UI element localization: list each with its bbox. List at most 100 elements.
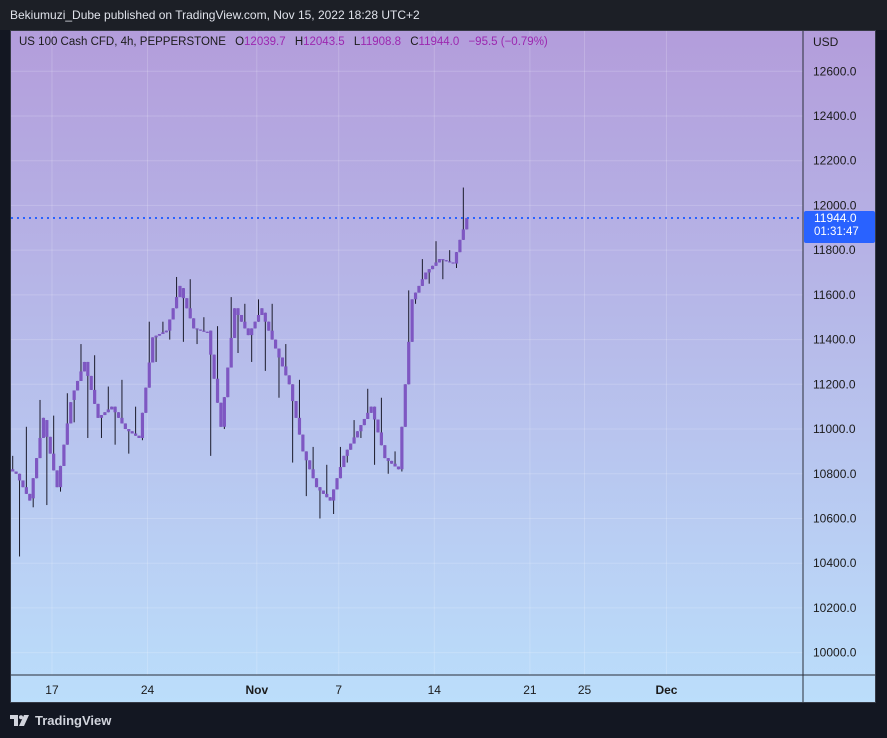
candle-body	[420, 279, 424, 286]
candle-body	[260, 308, 264, 315]
candle-body	[72, 390, 76, 400]
candle-body	[400, 426, 404, 470]
chart-panel[interactable]: 10000.0 10200.0 10400.0 10600.0 10800.0 11000…	[10, 30, 876, 703]
candle-body	[198, 329, 203, 331]
candle-body	[407, 341, 411, 385]
candle-body	[297, 417, 302, 435]
candle-body	[301, 434, 305, 452]
candle-body	[11, 469, 15, 472]
candle-body	[151, 337, 155, 363]
candle-body	[181, 288, 185, 299]
price-tick-label: 10200.0	[813, 601, 857, 615]
candle-body	[140, 412, 145, 438]
candle-body	[113, 406, 117, 413]
last-price-badge: 11944.0 01:31:47	[804, 210, 875, 243]
candle-body	[335, 478, 339, 490]
candle-body	[154, 335, 158, 338]
candle-body	[355, 431, 360, 438]
candle-body	[372, 406, 377, 420]
candle-body	[79, 371, 83, 381]
candle-body	[349, 443, 353, 450]
time-tick-label: Nov	[245, 683, 268, 697]
tradingview-logo-icon	[10, 714, 29, 726]
candle-body	[86, 361, 90, 376]
candle-body	[69, 402, 73, 424]
candle-body	[294, 401, 298, 418]
candle-body	[127, 429, 131, 432]
candle-body	[96, 403, 100, 418]
candle-body	[144, 387, 148, 413]
candle-body	[233, 308, 237, 338]
candle-body	[222, 397, 226, 427]
price-tick-label: 11800.0	[813, 243, 856, 257]
price-tick-label: 11600.0	[813, 288, 856, 302]
candle-body	[65, 423, 69, 445]
candle-body	[38, 437, 42, 459]
price-tick-label: 12400.0	[813, 109, 857, 123]
candle-body	[178, 285, 182, 298]
candle-body	[103, 412, 107, 416]
candle-body	[164, 330, 168, 333]
candle-body	[441, 259, 445, 261]
candle-body	[451, 262, 455, 264]
candle-body	[393, 463, 397, 467]
candle-body	[431, 265, 435, 270]
candle-body	[352, 437, 356, 444]
candle-body	[226, 367, 230, 398]
candle-body	[48, 436, 52, 454]
open-value: 12039.7	[244, 36, 286, 48]
candle-body	[239, 314, 244, 322]
candle-body	[215, 378, 220, 403]
candle-body	[410, 299, 414, 342]
price-tick-label: 11200.0	[813, 377, 856, 391]
time-tick-label: 17	[45, 683, 59, 697]
publisher-text: Bekiumuzi_Dube published on TradingView.…	[10, 8, 420, 22]
candle-body	[253, 321, 257, 329]
price-tick-label: 10600.0	[813, 511, 857, 525]
candle-body	[219, 402, 223, 427]
candle-body	[171, 308, 175, 320]
candle-body	[256, 314, 261, 322]
symbol-title: US 100 Cash CFD, 4h, PEPPERSTONE	[19, 36, 226, 48]
price-tick-label: 10000.0	[813, 646, 857, 660]
candle-body	[147, 362, 151, 388]
candle-body	[250, 328, 254, 336]
candle-body	[243, 321, 247, 329]
time-tick-label: 24	[141, 683, 155, 697]
candle-body	[454, 252, 459, 264]
candle-body	[188, 308, 192, 319]
candle-body	[17, 473, 22, 481]
candle-body	[342, 455, 346, 468]
candle-body	[424, 272, 428, 280]
candle-body	[444, 260, 448, 262]
high-value: 12043.5	[303, 36, 345, 48]
bar-countdown: 01:31:47	[814, 226, 859, 238]
candle-body	[192, 318, 196, 329]
candle-body	[291, 384, 295, 402]
candle-body	[62, 444, 66, 466]
candle-body	[345, 449, 349, 456]
candle-body	[110, 406, 114, 410]
close-value: 11944.0	[418, 36, 460, 48]
tradingview-logo[interactable]: TradingView	[10, 713, 111, 728]
plot-background	[11, 31, 875, 702]
candle-body	[116, 412, 121, 418]
chart-canvas[interactable]: 10000.0 10200.0 10400.0 10600.0 10800.0 11000…	[11, 31, 876, 703]
candle-body	[277, 348, 281, 358]
candle-body	[130, 431, 134, 434]
candle-body	[314, 478, 319, 488]
candle-body	[366, 412, 370, 419]
candle-body	[93, 389, 97, 404]
candle-body	[55, 470, 59, 488]
candle-body	[212, 354, 216, 379]
price-tick-label: 11400.0	[813, 333, 856, 347]
time-tick-label: Dec	[655, 683, 677, 697]
candle-body	[82, 361, 86, 372]
time-tick-label: 25	[578, 683, 592, 697]
candle-body	[273, 339, 278, 349]
candle-body	[157, 333, 162, 336]
high-key: H	[294, 36, 304, 48]
candle-body	[195, 328, 199, 330]
candle-body	[359, 425, 363, 432]
candle-body	[137, 435, 141, 438]
